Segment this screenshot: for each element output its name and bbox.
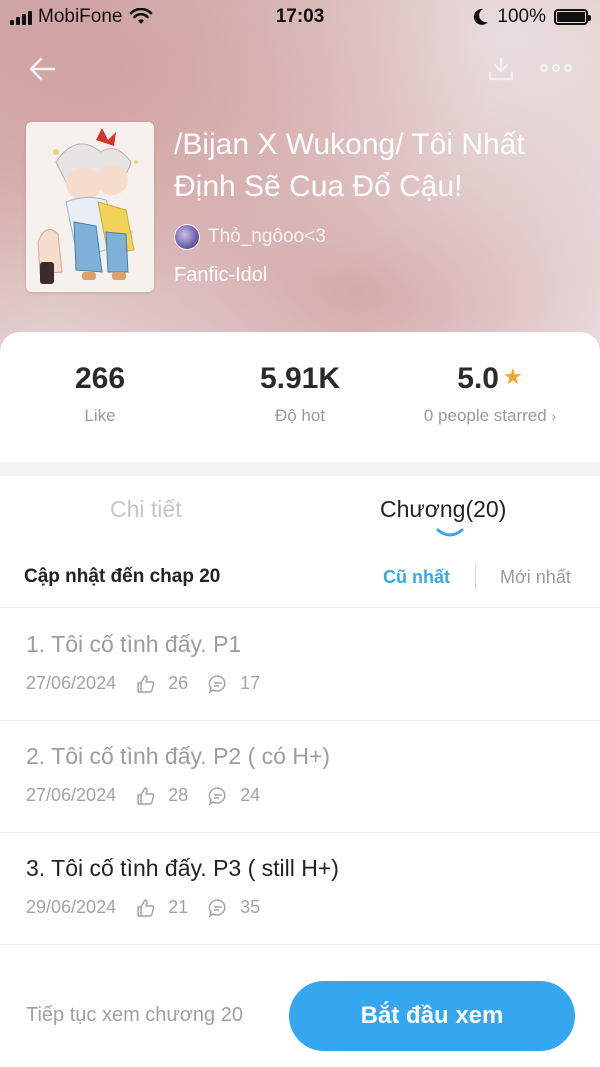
likes-label: Like — [84, 406, 116, 425]
back-arrow-icon[interactable] — [26, 54, 60, 84]
section-divider — [0, 462, 600, 476]
continue-reading-link[interactable]: Tiếp tục xem chương 20 — [26, 1004, 243, 1027]
sort-divider — [475, 564, 476, 590]
chapter-likes: 21 — [168, 897, 189, 917]
more-dots-icon[interactable] — [540, 60, 574, 76]
chapter-title: 3. Tôi cố tình đấy. P3 ( still H+) — [26, 855, 339, 881]
chapter-item[interactable]: 1. Tôi cố tình đấy. P1 27/06/2024 26 17 — [0, 609, 600, 721]
tab-detail[interactable]: Chi tiết — [110, 496, 182, 523]
chapter-comments: 17 — [240, 673, 261, 693]
genre-tag[interactable]: Fanfic-Idol — [174, 264, 267, 287]
top-action-bar — [0, 48, 600, 88]
chapter-date: 27/06/2024 — [26, 673, 117, 693]
stats-card: 266 Like 5.91K Độ hot 5.0 ★ 0 people star… — [0, 332, 600, 462]
likes-count: 266 — [74, 362, 126, 395]
hot-count: 5.91K — [259, 362, 341, 395]
hot-label: Độ hot — [274, 406, 326, 425]
star-icon: ★ — [502, 364, 523, 389]
rating-label: 0 people starred — [423, 406, 547, 425]
sort-oldest-button[interactable]: Cũ nhất — [383, 567, 450, 588]
chapter-comments: 24 — [240, 785, 261, 805]
author-name: Thỏ_ngôoo<3 — [208, 226, 326, 247]
story-title: /Bijan X Wukong/ Tôi Nhất Định Sẽ Cua Đổ… — [174, 128, 525, 203]
comment-icon — [208, 786, 226, 806]
status-bar: MobiFone 17:03 100% — [0, 0, 600, 36]
sort-newest-button[interactable]: Mới nhất — [500, 567, 571, 588]
tab-chapters[interactable]: Chương(20) — [380, 496, 506, 523]
comment-icon — [208, 674, 226, 694]
battery-percent: 100% — [497, 6, 546, 27]
rating-value: 5.0 — [457, 362, 499, 395]
chapter-comments: 35 — [240, 897, 261, 917]
start-reading-button[interactable]: Bắt đầu xem — [289, 981, 575, 1051]
chapter-date: 27/06/2024 — [26, 785, 117, 805]
comment-icon — [208, 898, 226, 918]
chapter-date: 29/06/2024 — [26, 897, 117, 917]
chapter-likes: 28 — [168, 785, 189, 805]
active-tab-indicator — [436, 528, 464, 537]
author-link[interactable]: Thỏ_ngôoo<3 — [174, 224, 326, 250]
chapter-list-header: Cập nhật đến chap 20 Cũ nhất Mới nhất — [0, 548, 600, 608]
chevron-right-icon: › — [551, 408, 557, 424]
battery-icon — [554, 9, 591, 25]
likes-stat: 266 Like — [0, 362, 200, 426]
cover-image — [26, 122, 154, 292]
chapter-likes: 26 — [168, 673, 189, 693]
chapter-item[interactable]: 2. Tôi cố tình đấy. P2 ( có H+) 27/06/20… — [0, 721, 600, 833]
hot-stat: 5.91K Độ hot — [200, 362, 400, 426]
chapter-title: 2. Tôi cố tình đấy. P2 ( có H+) — [26, 743, 331, 769]
tab-bar: Chi tiết Chương(20) — [0, 476, 600, 546]
download-icon[interactable] — [486, 54, 516, 84]
chapter-title: 1. Tôi cố tình đấy. P1 — [26, 631, 242, 657]
thumbs-up-icon — [137, 786, 155, 805]
update-status: Cập nhật đến chap 20 — [24, 566, 221, 587]
thumbs-up-icon — [137, 898, 155, 917]
rating-stat[interactable]: 5.0 ★ 0 people starred › — [390, 362, 590, 426]
moon-icon — [474, 8, 489, 25]
thumbs-up-icon — [137, 674, 155, 693]
chapter-item[interactable]: 3. Tôi cố tình đấy. P3 ( still H+) 29/06… — [0, 833, 600, 945]
author-avatar — [174, 224, 200, 250]
bottom-action-bar: Tiếp tục xem chương 20 Bắt đầu xem — [0, 968, 600, 1067]
